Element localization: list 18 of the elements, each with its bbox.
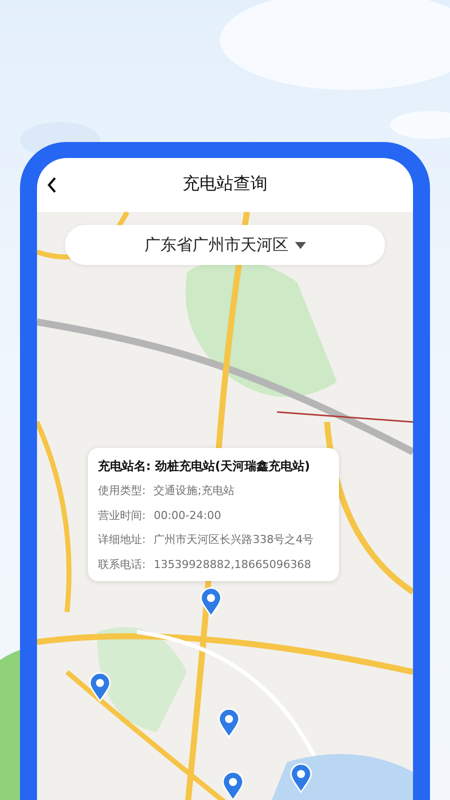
map-pin-icon[interactable]: [200, 587, 222, 617]
field-label: 营业时间:: [98, 508, 146, 524]
caret-icon: [294, 242, 306, 248]
field-label: 使用类型:: [98, 483, 146, 499]
field-value: 00:00-24:00: [154, 508, 222, 524]
region-dropdown[interactable]: 广东省广州市天河区: [65, 225, 385, 265]
map-pin-icon[interactable]: [218, 708, 240, 738]
map-pin-icon[interactable]: [290, 763, 312, 793]
field-value: 交通设施;充电站: [154, 483, 234, 499]
back-icon[interactable]: [47, 177, 57, 193]
field-value: 广州市天河区长兴路338号之4号: [154, 532, 314, 548]
station-name: 充电站名: 劲桩充电站(天河瑞鑫充电站): [98, 458, 311, 475]
field-value: 13539928882,18665096368: [154, 556, 312, 572]
field-label: 联系电话:: [98, 556, 146, 572]
map-pin-icon[interactable]: [89, 672, 111, 702]
page-title: 充电站查询: [182, 173, 268, 196]
field-label: 详细地址:: [98, 532, 146, 548]
map-pin-icon[interactable]: [222, 771, 244, 800]
